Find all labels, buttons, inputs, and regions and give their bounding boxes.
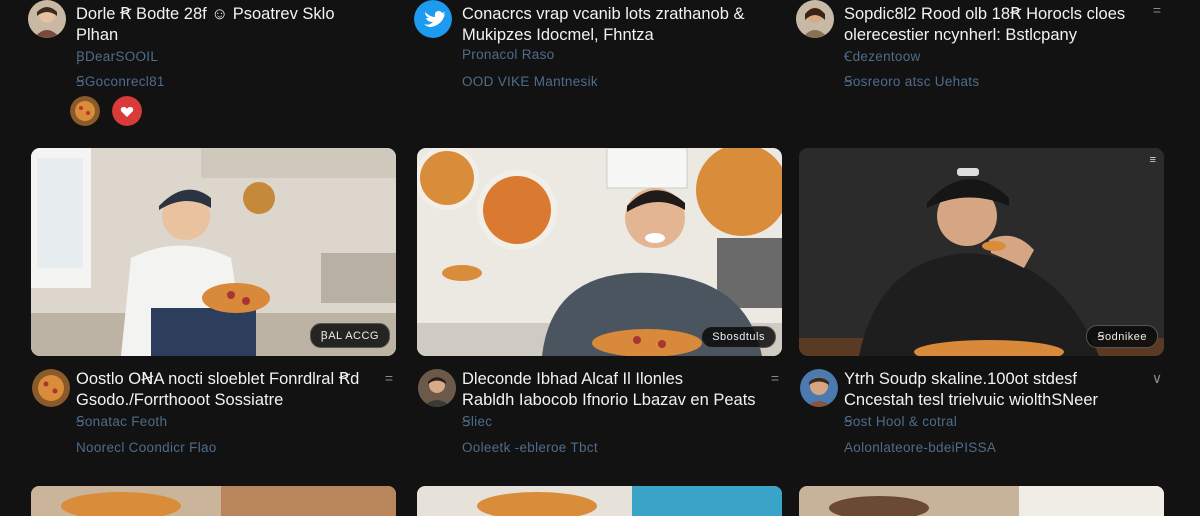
post-title[interactable]: Dorle Ꞧ Bodte 28f ☺ Psoatrev Sklo Plhan — [76, 4, 376, 46]
video-title-line-1: Dleconde Ibhad Alcaf Il Ilonles — [462, 370, 684, 388]
video-badge: ꞴAL ACCG — [309, 323, 390, 348]
post-title-line-1: Dorle Ꞧ Bodte 28f ☺ Psoatrev Sklo — [76, 5, 335, 23]
video-thumbnail[interactable]: ꞴAL ACCG — [31, 148, 396, 356]
heart-reaction-icon[interactable] — [112, 96, 143, 126]
video-thumbnail[interactable]: ≡ Ꞩodnikee — [799, 148, 1164, 356]
more-menu-icon[interactable]: = — [768, 371, 782, 388]
post-header: Dorle Ꞧ Bodte 28f ☺ Psoatrev Sklo Plhan … — [28, 0, 396, 140]
post-subtext-secondary: Ꞩosreoro atsc Uehats — [844, 74, 980, 89]
channel-name[interactable]: Ꞩliec — [462, 414, 492, 430]
video-title[interactable]: Ytrh Soudp skaline.100ot stdesf Cncestah… — [844, 369, 1144, 411]
video-title-line-2: Cncestah tesl trielvuic wiolthSNeer — [844, 391, 1099, 409]
feed-column-2: Conacrcs vrap vcanib lots zrathanob & Mu… — [414, 0, 782, 516]
next-thumbnail-partial[interactable] — [417, 486, 782, 516]
post-title-line-2: Mukipzes Idocmel, Fhntza — [462, 26, 654, 44]
post-title[interactable]: Sopdic8l2 Rood olb 18Ꞧ Horocls cloes ole… — [844, 4, 1144, 46]
post-header: Sopdic8l2 Rood olb 18Ꞧ Horocls cloes ole… — [796, 0, 1164, 140]
video-meta: Dleconde Ibhad Alcaf Il Ilonles Rabldh I… — [414, 366, 782, 466]
video-title-line-1: Oostlo OꞤA nocti sloeblet Fonrdlral Ꞧd — [76, 370, 360, 388]
post-title-line-1: Sopdic8l2 Rood olb 18Ꞧ Horocls cloes — [844, 5, 1126, 23]
next-thumbnail-partial[interactable] — [799, 486, 1164, 516]
video-thumbnail[interactable]: Sbosdtuls — [417, 148, 782, 356]
channel-avatar[interactable] — [32, 369, 70, 407]
post-subtext-secondary: OOD VIKE Mantnesik — [462, 74, 598, 89]
video-stats: Aolonlateore-bdeiPISSA — [844, 440, 997, 455]
post-title-line-2: Plhan — [76, 26, 119, 44]
post-header: Conacrcs vrap vcanib lots zrathanob & Mu… — [414, 0, 782, 140]
video-title-line-2: Rabldh Iabocob Ifnorio Lbazav en Peats — [462, 391, 756, 409]
channel-avatar[interactable] — [418, 369, 456, 407]
more-menu-icon[interactable]: = — [382, 371, 396, 388]
video-title[interactable]: Dleconde Ibhad Alcaf Il Ilonles Rabldh I… — [462, 369, 762, 411]
video-meta: Ytrh Soudp skaline.100ot stdesf Cncestah… — [796, 366, 1164, 466]
post-title-line-2: olerecestier ncynherl: Bstlcpany — [844, 26, 1077, 44]
chevron-down-icon[interactable]: ∨ — [1150, 371, 1164, 388]
video-badge: Ꞩodnikee — [1086, 325, 1158, 348]
post-title[interactable]: Conacrcs vrap vcanib lots zrathanob & Mu… — [462, 4, 762, 46]
feed-column-1: Dorle Ꞧ Bodte 28f ☺ Psoatrev Sklo Plhan … — [28, 0, 396, 516]
feed-column-3: Sopdic8l2 Rood olb 18Ꞧ Horocls cloes ole… — [796, 0, 1164, 516]
post-subtext: Ꞓdezentoow — [844, 49, 921, 64]
twitter-bird-icon[interactable] — [414, 0, 452, 38]
video-stats: Noorecl Coondicr Flao — [76, 440, 217, 455]
video-title[interactable]: Oostlo OꞤA nocti sloeblet Fonrdlral Ꞧd G… — [76, 369, 376, 411]
post-subtext-secondary: ꞨGoconrecl81 — [76, 74, 165, 89]
next-thumbnail-partial[interactable] — [31, 486, 396, 516]
video-meta: Oostlo OꞤA nocti sloeblet Fonrdlral Ꞧd G… — [28, 366, 396, 466]
user-avatar[interactable] — [796, 0, 834, 38]
video-badge: Sbosdtuls — [701, 326, 776, 348]
channel-name[interactable]: Ꞩonatac Feoth — [76, 414, 167, 430]
reaction-row — [70, 96, 150, 128]
more-menu-icon[interactable]: = — [1150, 3, 1164, 20]
post-subtext: ꞴDearSOOIL — [76, 49, 159, 64]
post-subtext: Pronacol Raso — [462, 47, 555, 62]
channel-avatar[interactable] — [800, 369, 838, 407]
video-title-line-2: Gsodo./Forrthooot Sossiatre — [76, 391, 284, 409]
card-menu-icon[interactable]: ≡ — [1150, 154, 1156, 166]
post-title-line-1: Conacrcs vrap vcanib lots zrathanob & — [462, 5, 745, 23]
video-stats: Ooleetk -ebleroe Tbct — [462, 440, 598, 455]
user-avatar[interactable] — [28, 0, 66, 38]
food-reaction-icon[interactable] — [70, 96, 100, 126]
video-title-line-1: Ytrh Soudp skaline.100ot stdesf — [844, 370, 1077, 388]
channel-name[interactable]: Ꞩost Hool & cotral — [844, 414, 957, 430]
